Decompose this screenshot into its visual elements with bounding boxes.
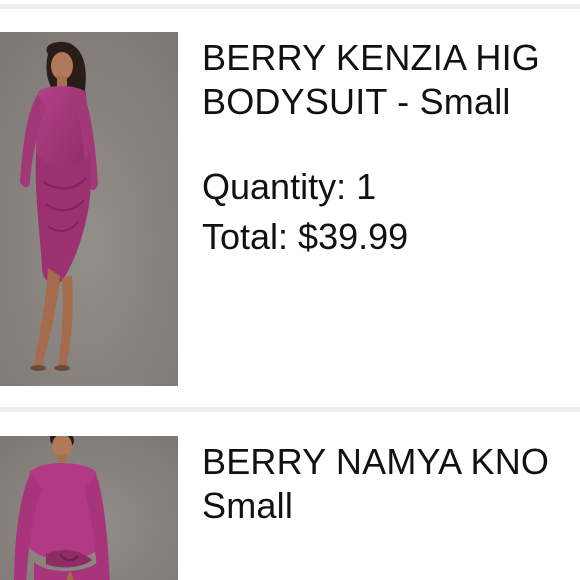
product-name[interactable]: BERRY NAMYA KNO Small	[202, 440, 580, 528]
total-label: Total: $39.99	[202, 216, 409, 257]
product-name[interactable]: BERRY KENZIA HIG BODYSUIT - Small	[202, 36, 580, 124]
order-item[interactable]: BERRY KENZIA HIG BODYSUIT - Small Quanti…	[0, 32, 580, 386]
product-image[interactable]	[0, 436, 178, 580]
product-name-line-2: BODYSUIT - Small	[202, 81, 511, 122]
order-item[interactable]: BERRY NAMYA KNO Small	[0, 436, 580, 580]
item-details: BERRY KENZIA HIG BODYSUIT - Small Quanti…	[202, 32, 580, 262]
product-image[interactable]	[0, 32, 178, 386]
item-summary: Quantity: 1 Total: $39.99	[202, 162, 580, 262]
product-name-line-2: Small	[202, 485, 294, 526]
model-photo-illustration	[0, 436, 178, 580]
model-photo-illustration	[0, 32, 178, 386]
product-name-line-1: BERRY KENZIA HIG	[202, 37, 540, 78]
item-details: BERRY NAMYA KNO Small	[202, 436, 580, 528]
quantity-label: Quantity: 1	[202, 166, 377, 207]
order-items-page: BERRY KENZIA HIG BODYSUIT - Small Quanti…	[0, 0, 580, 580]
divider	[0, 407, 580, 412]
product-name-line-1: BERRY NAMYA KNO	[202, 441, 550, 482]
divider	[0, 4, 580, 9]
